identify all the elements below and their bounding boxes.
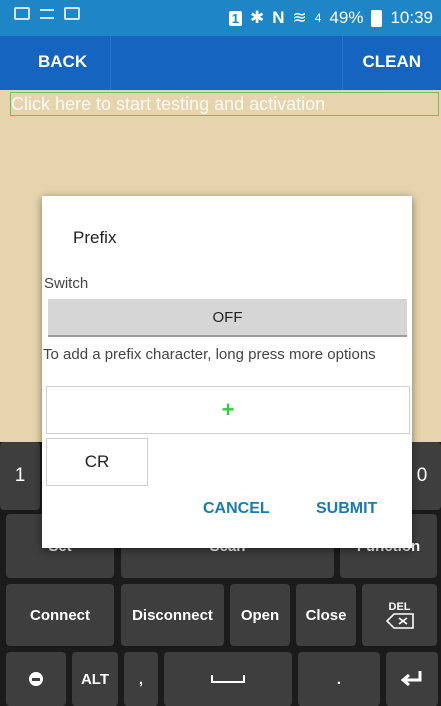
back-button[interactable]: BACK xyxy=(38,52,87,72)
delete-key[interactable]: DEL xyxy=(362,584,437,646)
disconnect-key[interactable]: Disconnect xyxy=(121,584,224,646)
bluetooth-icon: ✱ xyxy=(249,8,265,27)
connect-key[interactable]: Connect xyxy=(6,584,114,646)
notification-badge: 1 xyxy=(228,10,242,26)
enter-icon xyxy=(401,671,422,687)
battery-icon xyxy=(371,9,383,27)
clean-button[interactable]: CLEAN xyxy=(362,52,421,72)
enter-key[interactable] xyxy=(386,652,438,706)
period-key[interactable]: . xyxy=(298,652,380,706)
appbar-divider xyxy=(342,36,343,90)
clipboard-icon xyxy=(64,7,80,20)
usb-icon xyxy=(40,8,54,19)
prefix-hint: To add a prefix character, long press mo… xyxy=(43,346,376,363)
close-key[interactable]: Close xyxy=(296,584,356,646)
add-prefix-button[interactable]: + xyxy=(46,386,410,434)
clock: 10:39 xyxy=(390,8,433,27)
app-bar: BACK CLEAN xyxy=(0,36,441,90)
signal-icon: 4 xyxy=(314,11,322,25)
cr-chip[interactable]: CR xyxy=(46,438,148,486)
test-activation-field[interactable]: Click here to start testing and activati… xyxy=(10,92,439,116)
dialog-title: Prefix xyxy=(73,228,117,247)
status-bar: 1 ✱ N ≋ 4 49% 10:39 xyxy=(0,0,441,36)
switch-toggle-button[interactable]: OFF xyxy=(48,299,407,337)
nfc-icon: N xyxy=(272,8,285,27)
wifi-icon: ≋ xyxy=(292,8,307,27)
cancel-button[interactable]: CANCEL xyxy=(203,500,270,518)
space-icon xyxy=(211,675,245,683)
emoji-key[interactable] xyxy=(6,652,66,706)
prefix-dialog: Prefix Switch OFF To add a prefix charac… xyxy=(42,196,412,548)
switch-label: Switch xyxy=(44,275,89,292)
minus-circle-icon xyxy=(29,672,43,686)
submit-button[interactable]: SUBMIT xyxy=(316,500,377,518)
appbar-divider xyxy=(110,36,111,90)
comma-key[interactable]: , xyxy=(124,652,158,706)
backspace-icon xyxy=(385,613,414,629)
gallery-icon xyxy=(14,7,30,20)
battery-percent: 49% xyxy=(329,8,364,27)
open-key[interactable]: Open xyxy=(230,584,290,646)
key-1[interactable]: 1 xyxy=(0,442,40,510)
delete-label: DEL xyxy=(388,601,411,613)
alt-key[interactable]: ALT xyxy=(72,652,118,706)
space-key[interactable] xyxy=(164,652,292,706)
